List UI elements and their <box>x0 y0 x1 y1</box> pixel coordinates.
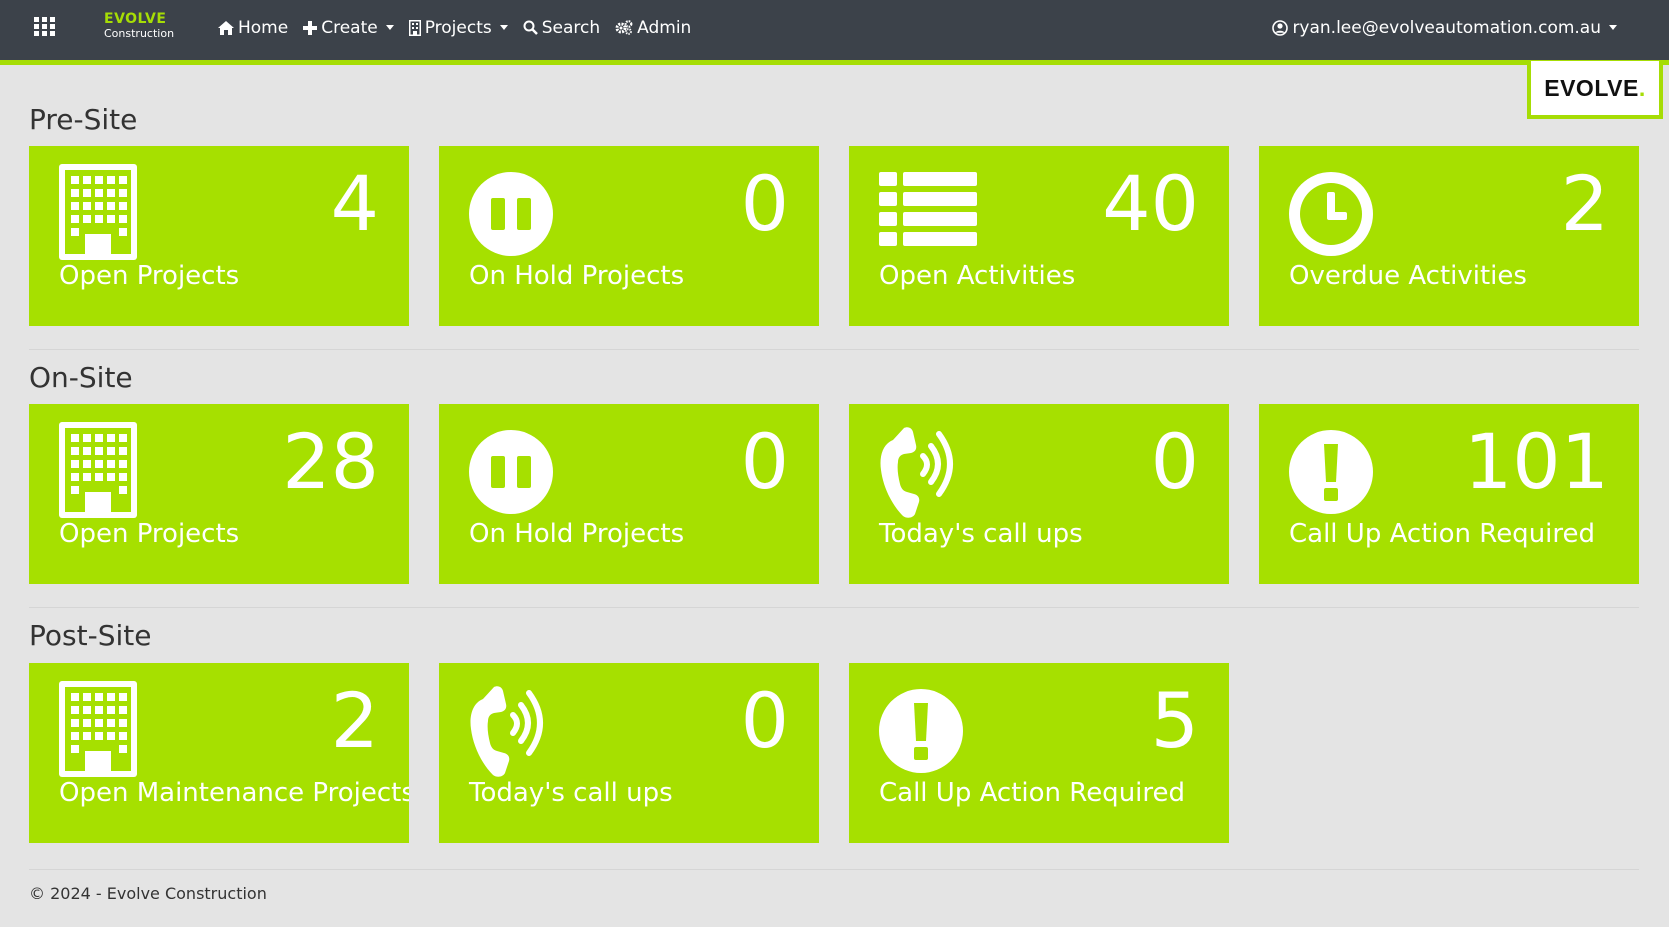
tile-label: Call Up Action Required <box>879 778 1186 808</box>
chevron-down-icon <box>1609 25 1617 30</box>
brand-subtitle: Construction <box>104 27 175 40</box>
tile-post-todays-call-ups[interactable]: 0 Today's call ups <box>439 663 819 843</box>
section-divider <box>29 869 1639 870</box>
tile-post-call-up-action-required[interactable]: 5 Call Up Action Required <box>849 663 1229 843</box>
nav-home-label: Home <box>238 17 289 38</box>
tile-pre-open-activities[interactable]: 40 Open Activities <box>849 146 1229 326</box>
nav-admin[interactable]: Admin <box>615 18 691 38</box>
plus-icon <box>303 20 318 35</box>
pause-icon <box>469 172 553 256</box>
tile-count: 40 <box>1102 159 1199 248</box>
tile-count: 0 <box>1150 417 1199 506</box>
exclamation-icon <box>879 689 963 773</box>
tile-pre-overdue-activities[interactable]: 2 Overdue Activities <box>1259 146 1639 326</box>
tile-post-open-maintenance-projects[interactable]: 2 Open Maintenance Projects <box>29 663 409 843</box>
tile-on-on-hold-projects[interactable]: 0 On Hold Projects <box>439 404 819 584</box>
tile-label: Open Activities <box>879 261 1076 291</box>
tile-count: 101 <box>1463 417 1609 506</box>
nav-create-label: Create <box>321 17 378 38</box>
clock-icon <box>1289 172 1373 256</box>
tile-pre-on-hold-projects[interactable]: 0 On Hold Projects <box>439 146 819 326</box>
tile-label: Open Projects <box>59 519 240 549</box>
footer-copyright: © 2024 - Evolve Construction <box>29 884 267 903</box>
tile-pre-open-projects[interactable]: 4 Open Projects <box>29 146 409 326</box>
nav-create[interactable]: Create <box>303 18 394 38</box>
building-icon <box>59 164 137 260</box>
exclamation-icon <box>1289 430 1373 514</box>
nav-search[interactable]: Search <box>523 18 600 38</box>
apps-grid-icon[interactable] <box>34 17 56 37</box>
tile-count: 0 <box>740 159 789 248</box>
tile-label: On Hold Projects <box>469 519 685 549</box>
tile-on-call-up-action-required[interactable]: 101 Call Up Action Required <box>1259 404 1639 584</box>
nav-admin-label: Admin <box>637 17 692 38</box>
tile-label: On Hold Projects <box>469 261 685 291</box>
nav-projects-label: Projects <box>424 17 492 38</box>
chevron-down-icon <box>385 25 394 30</box>
section-title-post-site: Post-Site <box>29 619 152 652</box>
section-title-on-site: On-Site <box>29 361 133 394</box>
tile-count: 28 <box>282 417 379 506</box>
building-icon <box>59 422 137 518</box>
user-circle-icon <box>1272 19 1289 36</box>
tile-label: Overdue Activities <box>1289 261 1527 291</box>
home-icon <box>218 20 234 35</box>
tile-label: Today's call ups <box>469 778 673 808</box>
tile-count: 4 <box>330 159 379 248</box>
top-navbar: EVOLVE Construction Home Create Projects… <box>0 0 1669 65</box>
tile-on-open-projects[interactable]: 28 Open Projects <box>29 404 409 584</box>
tile-label: Open Maintenance Projects <box>59 778 409 808</box>
tile-count: 2 <box>330 676 379 765</box>
chevron-down-icon <box>499 25 508 30</box>
section-title-pre-site: Pre-Site <box>29 103 138 136</box>
tile-label: Today's call ups <box>879 519 1083 549</box>
brand-name: EVOLVE <box>104 11 167 27</box>
phone-volume-icon <box>469 681 549 777</box>
tile-count: 0 <box>740 676 789 765</box>
tile-label: Call Up Action Required <box>1289 519 1596 549</box>
building-icon <box>59 681 137 777</box>
section-divider <box>29 349 1639 350</box>
logo-text: EVOLVE. <box>1544 74 1646 101</box>
user-email: ryan.lee@evolveautomation.com.au <box>1292 17 1601 38</box>
tile-label: Open Projects <box>59 261 240 291</box>
brand-logo[interactable]: EVOLVE Construction <box>104 12 174 39</box>
nav-search-label: Search <box>541 17 601 38</box>
nav-projects[interactable]: Projects <box>408 17 508 38</box>
user-menu[interactable]: ryan.lee@evolveautomation.com.au <box>1272 0 1617 55</box>
nav-home[interactable]: Home <box>218 18 288 38</box>
tile-count: 2 <box>1560 159 1609 248</box>
evolve-logo: EVOLVE. <box>1527 61 1663 119</box>
tile-count: 0 <box>740 417 789 506</box>
search-icon <box>523 20 538 35</box>
phone-volume-icon <box>879 422 959 518</box>
section-divider <box>29 607 1639 608</box>
main-nav: Home Create Projects Search Admin <box>218 0 706 55</box>
pause-icon <box>469 430 553 514</box>
tile-on-todays-call-ups[interactable]: 0 Today's call ups <box>849 404 1229 584</box>
list-icon <box>879 172 977 248</box>
cogs-icon <box>615 20 633 35</box>
tile-count: 5 <box>1150 676 1199 765</box>
building-icon <box>408 19 421 36</box>
